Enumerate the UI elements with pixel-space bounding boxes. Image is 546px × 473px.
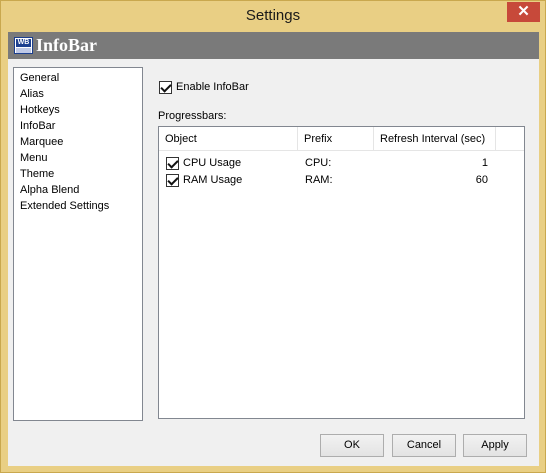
ok-button[interactable]: OK [320,434,384,457]
enable-infobar-label: Enable InfoBar [176,81,249,93]
nav-item-infobar[interactable]: InfoBar [14,118,142,134]
infobar-logo-icon: WB [14,37,33,54]
page-title: InfoBar [36,35,98,55]
column-header-refresh-interval[interactable]: Refresh Interval (sec) [374,127,496,151]
nav-item-theme[interactable]: Theme [14,166,142,182]
table-row[interactable]: RAM Usage RAM: 60 [159,172,524,189]
nav-item-hotkeys[interactable]: Hotkeys [14,102,142,118]
dialog-client-area: WB InfoBar General Alias Hotkeys InfoBar… [8,32,539,466]
column-header-object[interactable]: Object [159,127,298,151]
row-refresh-interval: 1 [481,157,488,169]
table-row[interactable]: CPU Usage CPU: 1 [159,155,524,172]
column-header-prefix[interactable]: Prefix [298,127,374,151]
row-refresh-interval: 60 [475,174,488,186]
nav-item-alias[interactable]: Alias [14,86,142,102]
row-checkbox[interactable] [166,174,179,187]
row-prefix: CPU: [305,157,332,169]
nav-item-alpha-blend[interactable]: Alpha Blend [14,182,142,198]
enable-infobar-option[interactable]: Enable InfoBar [159,79,249,95]
nav-item-general[interactable]: General [14,70,142,86]
window-title: Settings [245,7,301,24]
list-header: Object Prefix Refresh Interval (sec) [159,127,524,151]
row-object: RAM Usage [183,174,243,186]
nav-item-extended-settings[interactable]: Extended Settings [14,198,142,214]
settings-window: Settings ✕ WB InfoBar General Alias Hotk… [0,0,546,473]
progressbars-list[interactable]: Object Prefix Refresh Interval (sec) CPU… [158,126,525,419]
close-icon: ✕ [517,3,530,20]
page-banner: WB InfoBar [8,32,539,59]
nav-item-menu[interactable]: Menu [14,150,142,166]
progressbars-label: Progressbars: [158,110,227,122]
close-button[interactable]: ✕ [507,2,540,22]
apply-button[interactable]: Apply [463,434,527,457]
enable-infobar-checkbox[interactable] [159,80,172,94]
title-bar[interactable]: Settings ✕ [1,1,545,32]
row-prefix: RAM: [305,174,333,186]
logo-text: WB [16,39,31,47]
settings-category-list[interactable]: General Alias Hotkeys InfoBar Marquee Me… [13,67,143,421]
cancel-button[interactable]: Cancel [392,434,456,457]
nav-item-marquee[interactable]: Marquee [14,134,142,150]
row-checkbox[interactable] [166,157,179,170]
row-object: CPU Usage [183,157,242,169]
